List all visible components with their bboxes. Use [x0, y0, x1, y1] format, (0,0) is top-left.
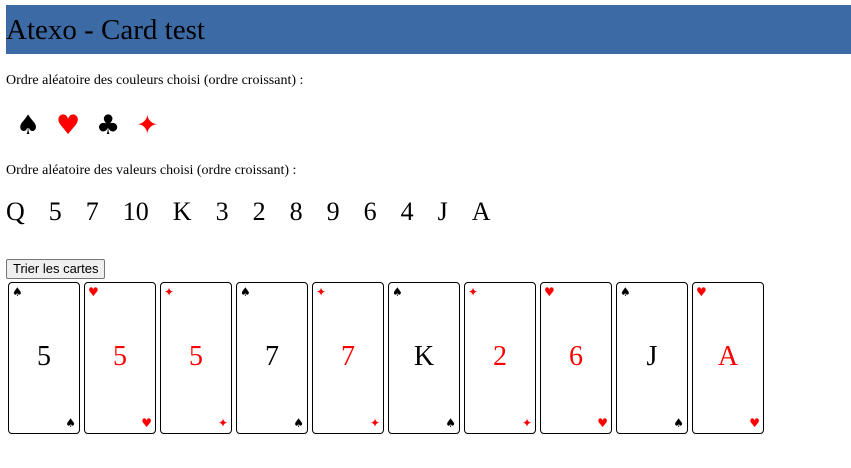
spade-icon: ♠ [16, 110, 41, 141]
heart-icon: ♥ [141, 416, 152, 430]
card-value: K [413, 341, 435, 372]
value-order-item: A [471, 197, 491, 226]
diamond-icon: ✦ [369, 416, 380, 430]
value-order-item: 6 [363, 197, 377, 226]
spade-icon: ♠ [392, 285, 403, 299]
value-order-item: 3 [215, 197, 229, 226]
spade-icon: ♠ [65, 416, 76, 430]
heart-icon: ♥ [56, 110, 81, 141]
page-title: Atexo - Card test [6, 14, 205, 46]
spade-icon: ♠ [12, 285, 23, 299]
value-order-item: J [437, 197, 448, 226]
card-value: 5 [189, 341, 203, 372]
spade-icon: ♠ [620, 285, 631, 299]
card-value: 6 [569, 341, 583, 372]
playing-card: ♠ J ♠ [616, 282, 688, 434]
value-order-item: 2 [252, 197, 266, 226]
playing-card: ✦ 2 ✦ [464, 282, 536, 434]
card-hand: ♠ 5 ♠ ♥ 5 ♥ ✦ 5 ✦ ♠ 7 ♠ ✦ 7 ✦ ♠ K ♠ ✦ 2 ✦ ♥ 6 ♥ ♠ J ♠ ♥ A ♥ [8, 282, 768, 434]
diamond-icon: ✦ [164, 285, 175, 299]
sort-cards-button[interactable]: Trier les cartes [6, 259, 106, 279]
diamond-icon: ✦ [521, 416, 532, 430]
spade-icon: ♠ [240, 285, 251, 299]
club-icon: ♣ [96, 110, 121, 141]
playing-card: ♥ 6 ♥ [540, 282, 612, 434]
values-order-label: Ordre aléatoire des valeurs choisi (ordr… [6, 163, 297, 178]
value-order-item: 8 [289, 197, 303, 226]
playing-card: ♥ 5 ♥ [84, 282, 156, 434]
card-value: 7 [265, 341, 279, 372]
playing-card: ♠ 7 ♠ [236, 282, 308, 434]
card-value: J [646, 341, 658, 372]
spade-icon: ♠ [293, 416, 304, 430]
playing-card: ♠ 5 ♠ [8, 282, 80, 434]
spade-icon: ♠ [673, 416, 684, 430]
suits-order-label: Ordre aléatoire des couleurs choisi (ord… [6, 73, 304, 88]
card-value: 2 [493, 341, 507, 372]
value-order-item: 10 [122, 197, 149, 226]
playing-card: ✦ 7 ✦ [312, 282, 384, 434]
heart-icon: ♥ [88, 285, 99, 299]
spade-icon: ♠ [445, 416, 456, 430]
value-order-item: Q [6, 197, 25, 226]
card-value: A [717, 341, 739, 372]
diamond-icon: ✦ [468, 285, 479, 299]
page-header: Atexo - Card test [6, 5, 851, 54]
diamond-icon: ✦ [136, 110, 159, 141]
diamond-icon: ✦ [217, 416, 228, 430]
playing-card: ♠ K ♠ [388, 282, 460, 434]
value-order-item: K [172, 197, 192, 226]
heart-icon: ♥ [544, 285, 555, 299]
heart-icon: ♥ [597, 416, 608, 430]
playing-card: ♥ A ♥ [692, 282, 764, 434]
value-order-item: 9 [326, 197, 340, 226]
values-order-row: Q 5 7 10 K 3 2 8 9 6 4 J A [6, 196, 514, 230]
suits-order-row: ♠ ♥ ♣ ✦ [16, 110, 176, 144]
heart-icon: ♥ [696, 285, 707, 299]
card-value: 7 [341, 341, 355, 372]
card-value: 5 [37, 341, 51, 372]
value-order-item: 7 [85, 197, 99, 226]
diamond-icon: ✦ [316, 285, 327, 299]
value-order-item: 5 [48, 197, 62, 226]
playing-card: ✦ 5 ✦ [160, 282, 232, 434]
heart-icon: ♥ [749, 416, 760, 430]
card-value: 5 [113, 341, 127, 372]
value-order-item: 4 [400, 197, 414, 226]
